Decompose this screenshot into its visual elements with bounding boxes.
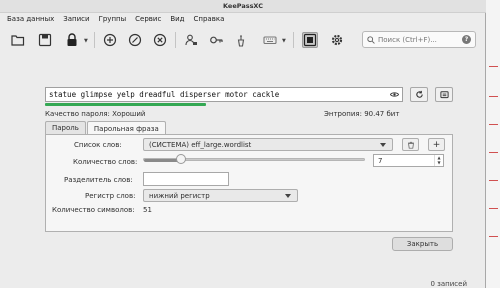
background-window-edge xyxy=(486,0,500,288)
main-window: KeePassXC База данных Записи Группы Серв… xyxy=(0,0,486,288)
word-count-value: 7 xyxy=(378,156,383,165)
menu-groups[interactable]: Группы xyxy=(99,15,127,23)
background-mark xyxy=(489,96,498,97)
search-help-icon[interactable]: ? xyxy=(462,35,471,44)
separator-input[interactable] xyxy=(143,172,229,186)
copy-password-icon[interactable] xyxy=(208,32,224,48)
title-bar: KeePassXC xyxy=(0,0,486,13)
wordlist-select[interactable]: (СИСТЕМА) eff_large.wordlist xyxy=(143,138,393,151)
regenerate-icon xyxy=(415,90,423,98)
chevron-down-icon xyxy=(380,143,386,147)
window-title: KeePassXC xyxy=(222,2,263,10)
menu-view[interactable]: Вид xyxy=(170,15,184,23)
menu-bar: База данных Записи Группы Сервис Вид Спр… xyxy=(0,13,486,25)
word-count-slider-fill xyxy=(144,159,180,162)
menu-database[interactable]: База данных xyxy=(7,15,54,23)
background-mark xyxy=(489,152,498,153)
lock-icon[interactable] xyxy=(64,32,80,48)
delete-entry-icon[interactable] xyxy=(152,32,168,48)
background-mark xyxy=(489,236,498,237)
password-quality-label: Качество пароля: Хороший xyxy=(45,110,146,118)
chevron-down-icon xyxy=(285,194,291,198)
save-icon[interactable] xyxy=(37,32,53,48)
char-count-value: 51 xyxy=(143,206,152,214)
tab-passphrase[interactable]: Парольная фраза xyxy=(86,121,166,135)
wordlist-value: (СИСТЕМА) eff_large.wordlist xyxy=(149,140,252,149)
menu-help[interactable]: Справка xyxy=(194,15,225,23)
background-mark xyxy=(489,124,498,125)
toolbar-separator xyxy=(293,32,294,48)
edit-entry-icon[interactable] xyxy=(127,32,143,48)
autotype-keyboard-icon[interactable] xyxy=(262,32,278,48)
delete-wordlist-button[interactable] xyxy=(402,138,419,151)
toolbar-separator xyxy=(94,32,95,48)
char-count-label: Количество символов: xyxy=(52,206,135,214)
background-mark xyxy=(489,66,498,67)
tab-password[interactable]: Пароль xyxy=(45,121,86,134)
password-strength-bar xyxy=(45,103,206,106)
search-icon xyxy=(367,35,375,44)
autotype-dropdown-arrow[interactable]: ▼ xyxy=(282,38,286,44)
menu-tools[interactable]: Сервис xyxy=(135,15,161,23)
search-box[interactable]: ? xyxy=(362,31,476,48)
entropy-label: Энтропия: 90.47 бит xyxy=(324,110,400,118)
case-value: нижний регистр xyxy=(149,191,210,200)
copy-password-button[interactable] xyxy=(435,87,453,102)
wordlist-label: Список слов: xyxy=(74,141,122,149)
spin-arrows[interactable]: ▲ ▼ xyxy=(434,155,443,166)
case-label: Регистр слов: xyxy=(85,192,136,200)
background-mark xyxy=(489,208,498,209)
eye-icon[interactable] xyxy=(390,91,399,98)
password-field[interactable]: statue glimpse yelp dreadful disperser m… xyxy=(45,87,403,102)
password-generator-icon[interactable] xyxy=(302,32,318,48)
search-input[interactable] xyxy=(378,35,468,44)
case-select[interactable]: нижний регистр xyxy=(143,189,298,202)
trash-icon xyxy=(407,141,414,149)
copy-icon xyxy=(439,91,449,99)
separator-label: Разделитель слов: xyxy=(64,176,133,184)
close-button[interactable]: Закрыть xyxy=(392,237,453,251)
copy-username-icon[interactable] xyxy=(183,32,199,48)
background-mark xyxy=(489,180,498,181)
add-wordlist-button[interactable]: + xyxy=(428,138,445,151)
word-count-label: Количество слов: xyxy=(73,158,138,166)
lock-dropdown-arrow[interactable]: ▼ xyxy=(84,38,88,44)
menu-entries[interactable]: Записи xyxy=(63,15,89,23)
regenerate-button[interactable] xyxy=(410,87,428,102)
folder-open-icon[interactable] xyxy=(10,32,26,48)
status-entries-count: 0 записей xyxy=(430,280,467,288)
word-count-spinbox[interactable]: 7 ▲ ▼ xyxy=(373,154,444,167)
word-count-slider-handle[interactable] xyxy=(176,154,186,164)
add-entry-icon[interactable] xyxy=(102,32,118,48)
generator-tabs: Пароль Парольная фраза xyxy=(45,121,167,135)
toolbar-separator xyxy=(175,32,176,48)
password-text[interactable]: statue glimpse yelp dreadful disperser m… xyxy=(49,90,279,99)
settings-gear-icon[interactable] xyxy=(329,32,345,48)
copy-url-icon[interactable] xyxy=(233,32,249,48)
